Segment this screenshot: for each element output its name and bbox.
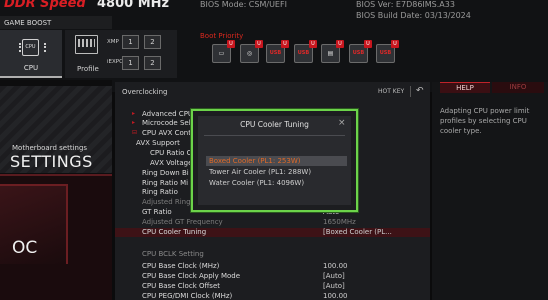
setting-row-peg-dmi-clock[interactable]: CPU PEG/DMI Clock (MHz) 100.00 [115, 292, 430, 300]
setting-row-base-clock-offset[interactable]: CPU Base Clock Offset [Auto] [115, 282, 430, 291]
dialog-divider [204, 135, 345, 136]
settings-nav-item[interactable]: Motherboard settings SETTINGS [0, 86, 112, 173]
iexpo-label: iEXPO [107, 59, 124, 65]
ddr-speed-value: 4800 MHz [97, 0, 170, 11]
boot-device-usb-icon[interactable]: U USB [294, 40, 317, 63]
cpu-tile-label: CPU [23, 64, 39, 72]
bios-mode-text: BIOS Mode: CSM/UEFI [200, 0, 287, 9]
option-tower-air-cooler[interactable]: Tower Air Cooler (PL1: 288W) [206, 167, 347, 177]
panel-title: Overclocking [122, 88, 168, 96]
boot-device-usb-icon[interactable]: U USB [266, 40, 289, 63]
profile-tile: Profile XMP iEXPO 1 2 1 2 [65, 30, 177, 78]
xmp-profile-1-button[interactable]: 1 [122, 35, 139, 49]
ddr-speed-label: DDR Speed [4, 0, 86, 11]
boot-device-network-icon[interactable]: U ▤ [321, 40, 344, 63]
submenu-arrow-icon: ▸ [132, 110, 136, 117]
boot-device-disc-icon[interactable]: U ◎ [240, 40, 263, 63]
dialog-title: CPU Cooler Tuning [240, 120, 309, 129]
tab-info[interactable]: INFO [492, 82, 544, 93]
bios-build-date-text: BIOS Build Date: 03/13/2024 [356, 11, 471, 20]
bios-version-text: BIOS Ver: E7D86IMS.A33 [356, 0, 455, 9]
boot-priority-title: Boot Priority [200, 32, 244, 40]
hotkey-divider [410, 86, 411, 97]
boot-device-usb-icon[interactable]: U USB [376, 40, 399, 63]
oc-nav-label: OC [12, 238, 38, 258]
boot-device-usb-icon[interactable]: U USB [349, 40, 372, 63]
tab-help[interactable]: HELP [440, 82, 490, 93]
submenu-arrow-icon: ▸ [132, 119, 136, 126]
bclk-section-heading: CPU BCLK Setting [142, 250, 204, 258]
profile-label: Profile [77, 65, 99, 73]
option-boxed-cooler[interactable]: Boxed Cooler (PL1: 253W) [206, 156, 347, 166]
oc-nav-item[interactable]: OC [0, 174, 112, 300]
settings-nav-subtitle: Motherboard settings [12, 144, 88, 152]
boot-device-hdd-icon[interactable]: U ▭ [212, 40, 235, 63]
setting-row-adjusted-gt-frequency: Adjusted GT Frequency 1650MHz [142, 218, 356, 226]
iexpo-profile-2-button[interactable]: 2 [144, 56, 161, 70]
settings-nav-label: SETTINGS [10, 152, 93, 171]
top-header: DDR Speed 4800 MHz BIOS Mode: CSM/UEFI B… [0, 0, 548, 92]
help-description: Adapting CPU power limit profiles by sel… [440, 107, 530, 135]
close-icon[interactable]: × [338, 118, 346, 128]
game-boost-button[interactable]: GAME BOOST [0, 16, 112, 29]
memory-icon [75, 35, 98, 54]
setting-row-cpu-base-clock[interactable]: CPU Base Clock (MHz) 100.00 [115, 262, 430, 271]
xmp-label: XMP [107, 39, 119, 45]
option-water-cooler[interactable]: Water Cooler (PL1: 4096W) [206, 178, 347, 188]
dialog-body: CPU Cooler Tuning × Boxed Cooler (PL1: 2… [198, 116, 351, 205]
cpu-tile[interactable]: CPU CPU [0, 30, 62, 78]
setting-row-cpu-cooler-tuning[interactable]: CPU Cooler Tuning [Boxed Cooler (PL... [115, 228, 430, 237]
expand-minus-icon: ⊟ [132, 129, 138, 136]
back-icon[interactable]: ↶ [416, 86, 424, 96]
setting-row-base-clock-apply-mode[interactable]: CPU Base Clock Apply Mode [Auto] [115, 272, 430, 281]
cpu-cooler-tuning-dialog: CPU Cooler Tuning × Boxed Cooler (PL1: 2… [191, 109, 358, 212]
hotkey-label: HOT KEY [378, 88, 405, 95]
cpu-chip-icon: CPU [19, 39, 46, 56]
xmp-profile-2-button[interactable]: 2 [144, 35, 161, 49]
iexpo-profile-1-button[interactable]: 1 [122, 56, 139, 70]
left-nav: Motherboard settings SETTINGS OC [0, 80, 112, 300]
help-panel: HELP INFO Adapting CPU power limit profi… [432, 82, 548, 300]
